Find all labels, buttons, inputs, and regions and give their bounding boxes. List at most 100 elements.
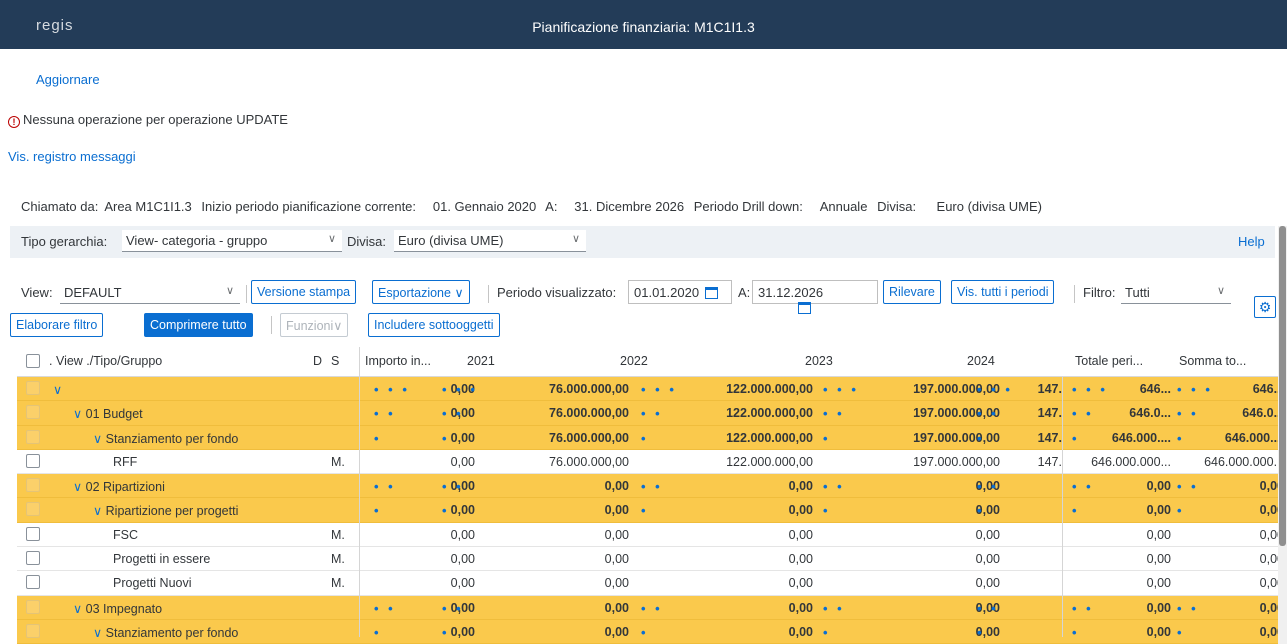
row-value[interactable]: 0,00	[1087, 576, 1171, 590]
chevron-expand-icon[interactable]: ∨	[73, 407, 82, 421]
period-to-field[interactable]: 31.12.2026	[752, 280, 878, 314]
row-menu-icon[interactable]: • •	[977, 406, 999, 421]
row-menu-icon[interactable]: • •	[442, 601, 464, 616]
row-value[interactable]: 0,00	[1087, 552, 1171, 566]
row-value[interactable]: 197.000.000,00	[855, 455, 1000, 469]
vertical-scrollbar[interactable]	[1278, 226, 1287, 644]
row-menu-icon[interactable]: •	[823, 625, 831, 640]
row-checkbox[interactable]	[26, 526, 40, 541]
row-value[interactable]: 0,00	[677, 552, 813, 566]
help-link[interactable]: Help	[1238, 234, 1265, 249]
row-value[interactable]: 0,00	[855, 576, 1000, 590]
row-menu-icon[interactable]: •	[1177, 503, 1185, 518]
functions-button[interactable]: Funzioni∨	[280, 313, 349, 337]
row-value[interactable]: 0,00	[407, 528, 475, 542]
row-menu-icon[interactable]: •	[977, 431, 985, 446]
row-menu-icon[interactable]: • •	[641, 601, 663, 616]
chevron-expand-icon[interactable]: ∨	[73, 602, 82, 616]
export-button[interactable]: Esportazione ∨	[372, 280, 470, 304]
row-checkbox[interactable]	[26, 429, 40, 444]
row-menu-icon[interactable]: •	[977, 625, 985, 640]
table-row[interactable]: RFF M. 0,00 76.000.000,00 122.000.000,00 197.…	[17, 450, 1284, 475]
row-checkbox[interactable]	[26, 551, 40, 566]
row-value[interactable]: 0,00	[407, 455, 475, 469]
row-value[interactable]: 122.000.000,00	[677, 455, 813, 469]
row-menu-icon[interactable]: •	[1072, 503, 1080, 518]
currency-select[interactable]: Euro (divisa UME) ∨	[394, 230, 586, 252]
row-menu-icon[interactable]: • •	[641, 406, 663, 421]
all-periods-button[interactable]: Vis. tutti i periodi	[951, 280, 1055, 304]
row-menu-icon[interactable]: •	[977, 503, 985, 518]
chevron-expand-icon[interactable]: ∨	[93, 504, 102, 518]
chevron-expand-icon[interactable]: ∨	[73, 480, 82, 494]
row-value[interactable]: 646.000.000...	[1192, 455, 1284, 469]
table-row[interactable]: Progetti Nuovi M. 0,00 0,00 0,00 0,00 0,00 0,00	[17, 571, 1284, 596]
row-menu-icon[interactable]: •	[1177, 625, 1185, 640]
row-menu-icon[interactable]: •	[374, 503, 382, 518]
table-row[interactable]: Progetti in essere M. 0,00 0,00 0,00 0,00 0,00…	[17, 547, 1284, 572]
row-menu-icon[interactable]: •	[442, 431, 450, 446]
row-menu-icon[interactable]: • •	[977, 601, 999, 616]
process-filter-button[interactable]: Elaborare filtro	[10, 313, 104, 337]
row-menu-icon[interactable]: • • •	[977, 382, 1013, 397]
row-checkbox[interactable]	[26, 381, 40, 395]
row-value[interactable]: 646.000.000...	[1087, 455, 1171, 469]
row-value[interactable]: 0,00	[1192, 576, 1284, 590]
update-link[interactable]: Aggiornare	[36, 72, 100, 87]
row-value[interactable]: 0,00	[677, 528, 813, 542]
row-value[interactable]: 0,00	[1087, 528, 1171, 542]
row-value[interactable]: 0,00	[1192, 552, 1284, 566]
row-menu-icon[interactable]: •	[1177, 431, 1185, 446]
message-log-link[interactable]: Vis. registro messaggi	[8, 149, 136, 164]
row-checkbox[interactable]	[26, 599, 40, 614]
row-menu-icon[interactable]: • •	[374, 479, 396, 494]
row-menu-icon[interactable]: •	[641, 625, 649, 640]
row-value[interactable]: 147.	[1017, 455, 1062, 469]
row-value[interactable]: 0,00	[507, 576, 629, 590]
filter-select[interactable]: Tutti ∨	[1121, 282, 1231, 304]
row-menu-icon[interactable]: • •	[823, 479, 845, 494]
row-menu-icon[interactable]: •	[823, 431, 831, 446]
row-value[interactable]: 0,00	[507, 552, 629, 566]
row-menu-icon[interactable]: • •	[374, 601, 396, 616]
row-menu-icon[interactable]: •	[1072, 625, 1080, 640]
row-menu-icon[interactable]: • •	[823, 406, 845, 421]
row-value[interactable]: 0,00	[855, 552, 1000, 566]
row-menu-icon[interactable]: •	[823, 503, 831, 518]
row-menu-icon[interactable]: •	[374, 431, 382, 446]
row-value[interactable]: 76.000.000,00	[507, 455, 629, 469]
row-menu-icon[interactable]: • •	[823, 601, 845, 616]
collapse-all-button[interactable]: Comprimere tutto	[144, 313, 253, 337]
row-checkbox[interactable]	[26, 623, 40, 638]
row-menu-icon[interactable]: • • •	[823, 382, 859, 397]
row-menu-icon[interactable]: • • •	[442, 382, 478, 397]
table-row[interactable]: ∨ • • • 0,00 • • • 76.000.000,00 • • • 122.00…	[17, 377, 1284, 402]
select-all-checkbox[interactable]	[26, 354, 40, 368]
row-value[interactable]: 0,00	[507, 528, 629, 542]
table-row[interactable]: ∨ 03 Impegnato • • 0,00 • • 0,00 • • 0,00 • • 0,…	[17, 595, 1284, 620]
chevron-expand-icon[interactable]: ∨	[93, 432, 102, 446]
row-menu-icon[interactable]: •	[641, 503, 649, 518]
row-value[interactable]: 0,00	[407, 576, 475, 590]
view-select[interactable]: DEFAULT ∨	[60, 282, 240, 304]
table-row[interactable]: ∨ 01 Budget • • 0,00 • • 76.000.000,00 • • 122…	[17, 401, 1284, 426]
include-subobjects-button[interactable]: Includere sottooggetti	[368, 313, 500, 337]
table-row[interactable]: ∨ Stanziamento per fondo • 0,00 • 0,00 • 0,00 •…	[17, 619, 1284, 644]
print-version-button[interactable]: Versione stampa	[251, 280, 357, 304]
row-menu-icon[interactable]: •	[641, 431, 649, 446]
row-checkbox[interactable]	[26, 405, 40, 420]
row-value[interactable]: 0,00	[1192, 528, 1284, 542]
table-row[interactable]: FSC M. 0,00 0,00 0,00 0,00 0,00 0,00	[17, 523, 1284, 548]
row-menu-icon[interactable]: • •	[641, 479, 663, 494]
row-checkbox[interactable]	[26, 478, 40, 493]
row-menu-icon[interactable]: • •	[374, 406, 396, 421]
row-menu-icon[interactable]: •	[442, 625, 450, 640]
row-checkbox[interactable]	[26, 453, 40, 468]
row-value[interactable]: 0,00	[407, 552, 475, 566]
detect-button[interactable]: Rilevare	[883, 280, 941, 304]
calendar-icon[interactable]	[705, 287, 719, 299]
period-from-field[interactable]: 01.01.2020	[628, 280, 732, 304]
chevron-expand-icon[interactable]: ∨	[53, 383, 62, 397]
row-menu-icon[interactable]: • •	[977, 479, 999, 494]
row-value[interactable]: 0,00	[855, 528, 1000, 542]
